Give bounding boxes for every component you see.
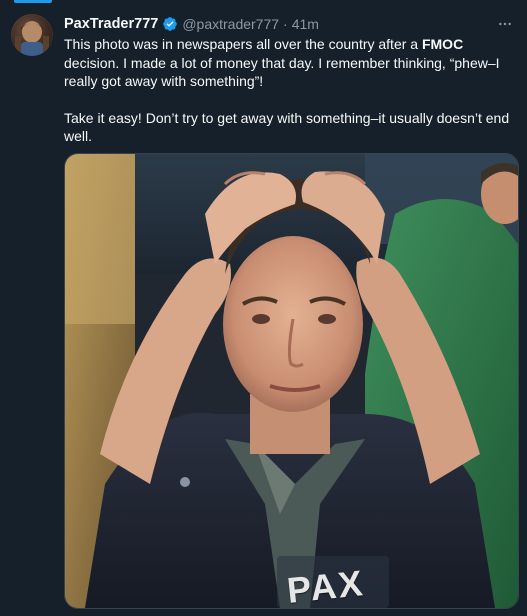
tweet-media-photo[interactable]: PAX <box>64 153 519 609</box>
verified-badge-icon <box>162 16 178 32</box>
more-horizontal-icon[interactable] <box>495 14 515 34</box>
photo-image <box>65 154 518 608</box>
tweet-text-part: decision. I made a lot of money that day… <box>64 54 500 90</box>
timestamp[interactable]: 41m <box>292 16 319 32</box>
tweet-header: PaxTrader777 @paxtrader777 · 41m <box>64 14 515 34</box>
viewport: PaxTrader777 @paxtrader777 · 41m This ph… <box>0 0 527 616</box>
tweet-text: This photo was in newspapers all over th… <box>64 35 519 146</box>
display-name[interactable]: PaxTrader777 <box>64 16 158 32</box>
tweet-text-bold: FMOC <box>421 36 464 52</box>
tweet-paragraph-1: This photo was in newspapers all over th… <box>64 35 519 91</box>
tweet-paragraph-2: Take it easy! Don’t try to get away with… <box>64 109 510 145</box>
tweet-text-part: This photo was in newspapers all over th… <box>64 36 422 52</box>
tweet[interactable]: PaxTrader777 @paxtrader777 · 41m This ph… <box>0 0 527 616</box>
user-handle[interactable]: @paxtrader777 <box>182 16 279 32</box>
avatar-image <box>15 21 49 56</box>
avatar[interactable] <box>11 14 53 56</box>
separator-dot: · <box>283 16 288 32</box>
